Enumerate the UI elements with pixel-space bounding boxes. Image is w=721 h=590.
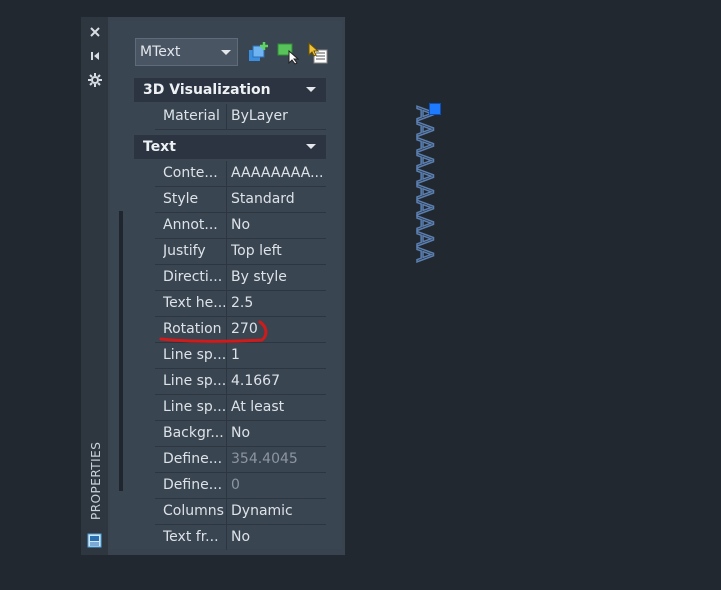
property-value[interactable]: ByLayer [231, 108, 323, 124]
palette-title: PROPERTIES [89, 441, 103, 520]
property-value[interactable]: 0 [231, 477, 323, 493]
property-row-line-space-style[interactable]: Line sp... At least [155, 395, 326, 421]
property-label: Text fr... [163, 529, 219, 545]
property-row-defined-height[interactable]: Define... 0 [155, 473, 326, 499]
collapse-icon[interactable] [306, 87, 316, 92]
property-row-line-space-distance[interactable]: Line sp... 4.1667 [155, 369, 326, 395]
property-label: Justify [163, 243, 206, 259]
section-3d-visualization[interactable]: 3D Visualization [134, 78, 326, 102]
property-row-rotation[interactable]: Rotation 270 [155, 317, 326, 343]
property-label: Annot... [163, 217, 218, 233]
section-title: Text [143, 139, 176, 155]
property-row-justify[interactable]: Justify Top left [155, 239, 326, 265]
toggle-pickadd-icon[interactable] [305, 41, 329, 65]
collapse-icon[interactable] [306, 144, 316, 149]
column-divider [226, 104, 227, 129]
mtext-content: AAAAAAAAAA [411, 106, 436, 262]
property-row-defined-width[interactable]: Define... 354.4045 [155, 447, 326, 473]
object-type-dropdown[interactable]: MText [135, 38, 238, 66]
column-divider [226, 421, 227, 446]
property-label: Conte... [163, 165, 218, 181]
property-value[interactable]: AAAAAAAA... [231, 165, 323, 181]
properties-panel: MText 3D Visualization Material ByLayer … [110, 21, 342, 551]
property-label: Line sp... [163, 373, 225, 389]
object-type-value: MText [140, 44, 181, 60]
column-divider [226, 187, 227, 212]
property-value[interactable]: At least [231, 399, 323, 415]
property-label: Columns [163, 503, 224, 519]
property-row-background-mask[interactable]: Backgr... No [155, 421, 326, 447]
property-label: Rotation [163, 321, 222, 337]
auto-hide-icon[interactable] [87, 48, 102, 63]
settings-icon[interactable] [87, 72, 102, 87]
property-value[interactable]: No [231, 217, 323, 233]
column-divider [226, 161, 227, 186]
column-divider [226, 473, 227, 498]
select-objects-icon[interactable] [276, 41, 300, 65]
property-value[interactable]: Standard [231, 191, 323, 207]
column-divider [226, 525, 227, 550]
chevron-down-icon [221, 50, 231, 55]
column-divider [226, 291, 227, 316]
column-divider [226, 499, 227, 524]
property-label: Define... [163, 477, 223, 493]
property-label: Line sp... [163, 347, 225, 363]
grip-handle[interactable] [429, 103, 441, 115]
property-value[interactable]: 4.1667 [231, 373, 323, 389]
property-row-text-frame[interactable]: Text fr... No [155, 525, 326, 551]
property-value[interactable]: By style [231, 269, 323, 285]
column-divider [226, 239, 227, 264]
property-row-style[interactable]: Style Standard [155, 187, 326, 213]
property-row-annotative[interactable]: Annot... No [155, 213, 326, 239]
property-label: Text he... [163, 295, 225, 311]
selected-mtext-object[interactable]: AAAAAAAAAA [410, 100, 450, 340]
column-divider [226, 395, 227, 420]
property-label: Define... [163, 451, 223, 467]
section-title: 3D Visualization [143, 82, 271, 98]
column-divider [226, 447, 227, 472]
column-divider [226, 369, 227, 394]
property-row-direction[interactable]: Directi... By style [155, 265, 326, 291]
property-value[interactable]: Top left [231, 243, 323, 259]
quick-select-icon[interactable] [247, 41, 271, 65]
palette-title-strip: PROPERTIES [81, 17, 108, 555]
close-icon[interactable] [87, 24, 102, 39]
column-divider [226, 265, 227, 290]
property-row-line-space-factor[interactable]: Line sp... 1 [155, 343, 326, 369]
property-value[interactable]: Dynamic [231, 503, 323, 519]
vertical-scrollbar[interactable] [119, 211, 123, 491]
property-label: Directi... [163, 269, 223, 285]
property-label: Backgr... [163, 425, 224, 441]
property-row-columns[interactable]: Columns Dynamic [155, 499, 326, 525]
property-value[interactable]: No [231, 425, 323, 441]
property-value[interactable]: 354.4045 [231, 451, 323, 467]
column-divider [226, 213, 227, 238]
property-label: Line sp... [163, 399, 225, 415]
properties-palette-icon[interactable] [87, 533, 102, 548]
property-row-material[interactable]: Material ByLayer [155, 104, 326, 130]
property-row-text-height[interactable]: Text he... 2.5 [155, 291, 326, 317]
property-row-contents[interactable]: Conte... AAAAAAAA... [155, 161, 326, 187]
property-value[interactable]: 1 [231, 347, 323, 363]
properties-palette: PROPERTIES MText 3D Visualization Materi… [81, 17, 345, 555]
property-value[interactable]: 270 [231, 321, 323, 337]
column-divider [226, 343, 227, 368]
section-text[interactable]: Text [134, 135, 326, 159]
property-label: Style [163, 191, 199, 207]
property-value[interactable]: 2.5 [231, 295, 323, 311]
column-divider [226, 317, 227, 342]
property-label: Material [163, 108, 220, 124]
property-value[interactable]: No [231, 529, 323, 545]
